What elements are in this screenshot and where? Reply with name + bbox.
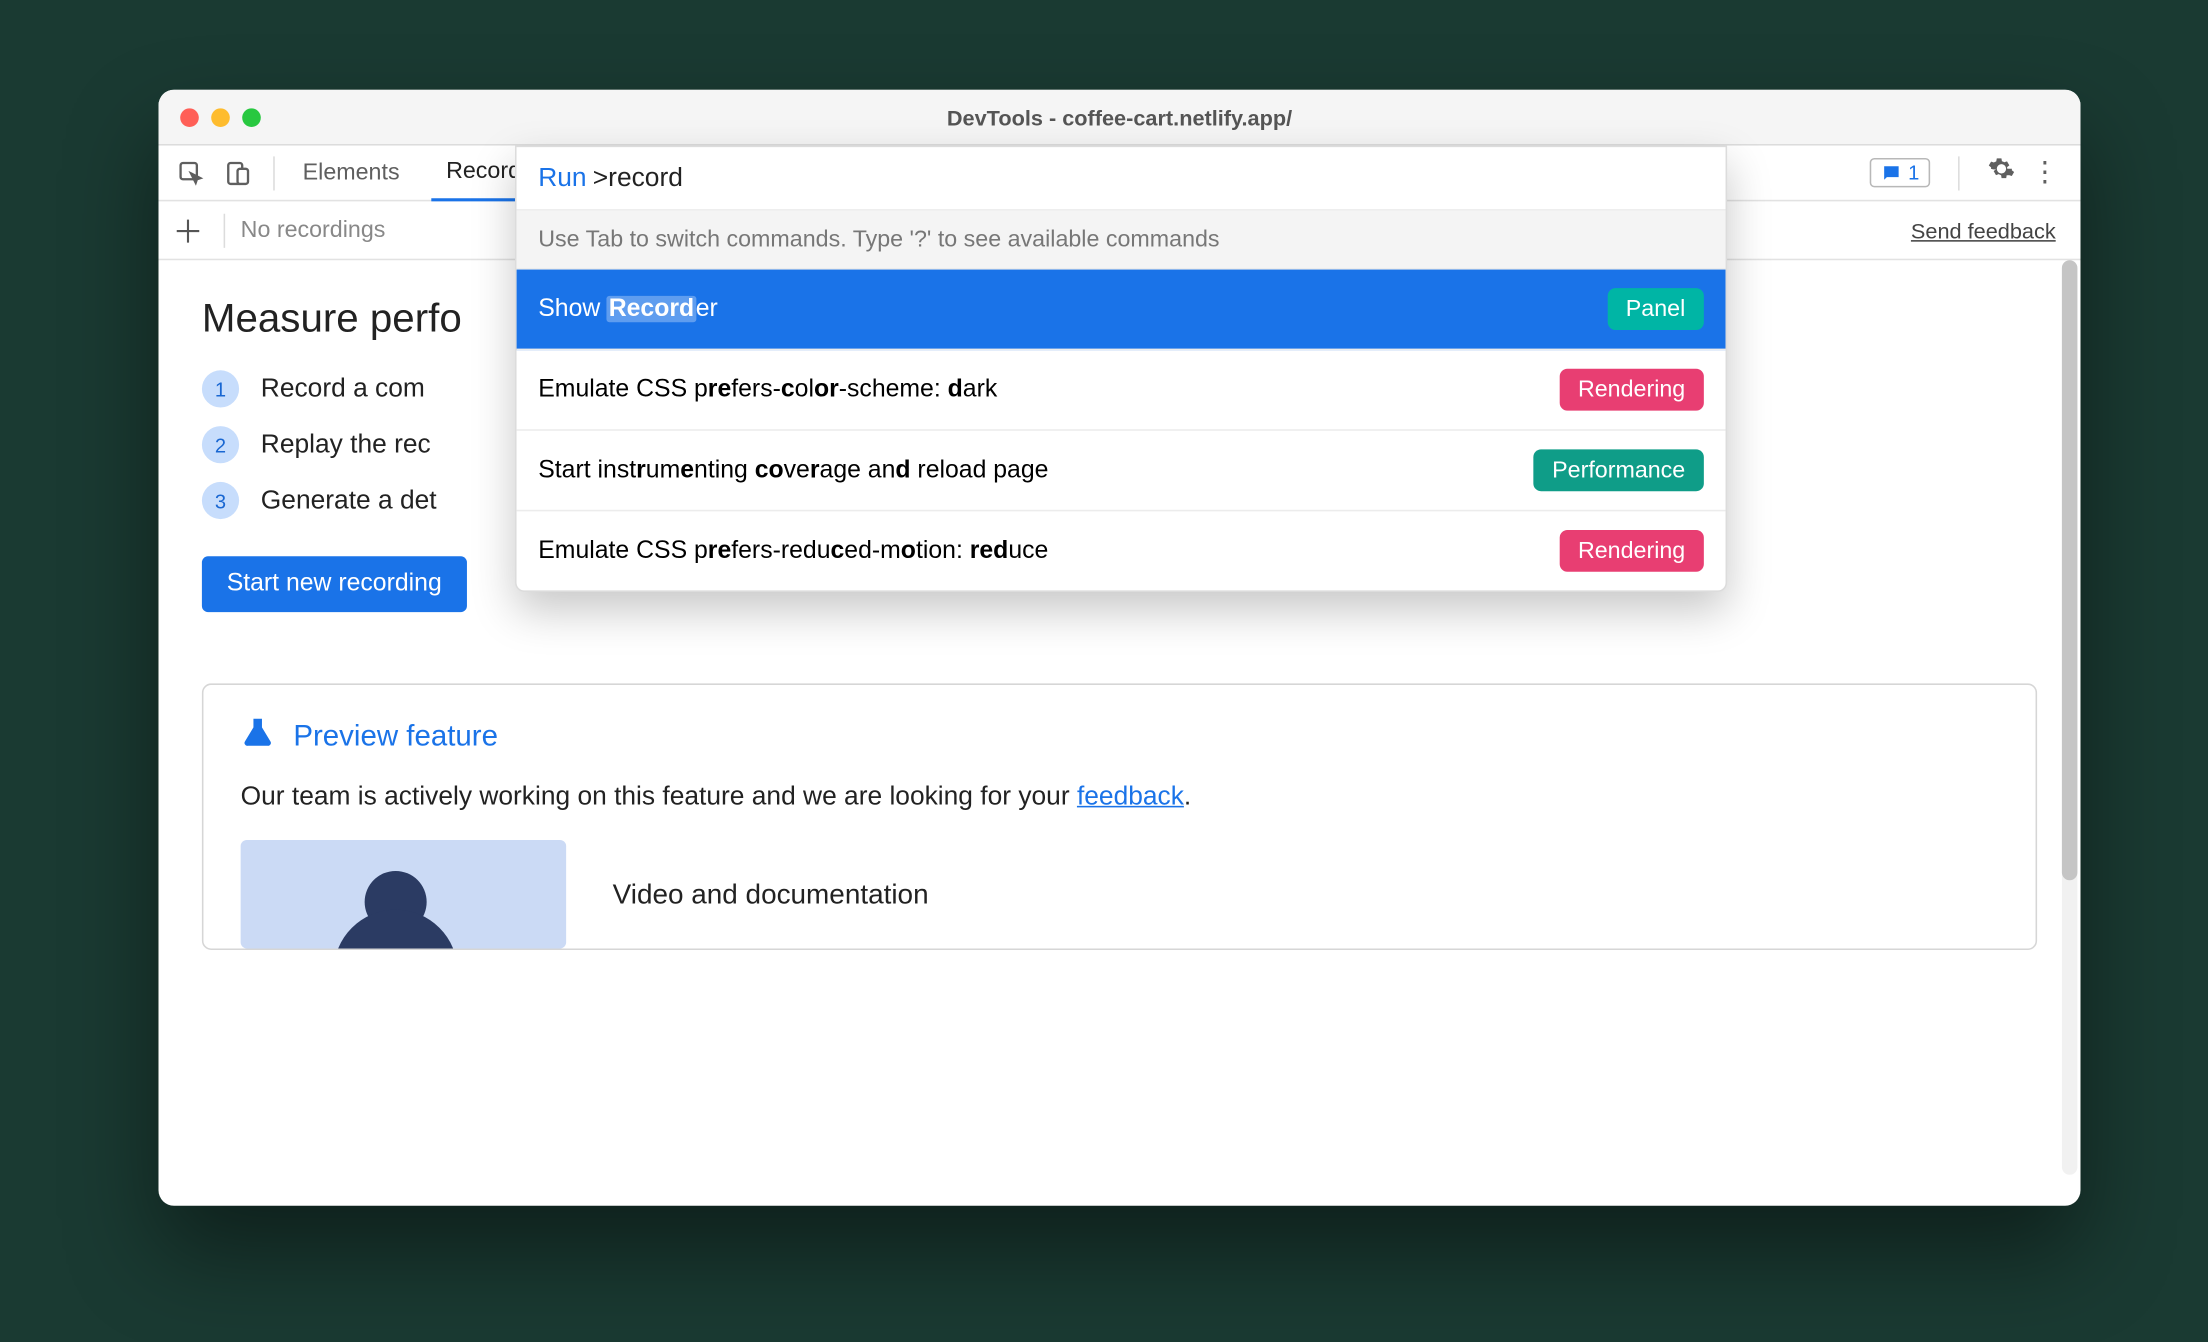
preview-card: Preview feature Our team is actively wor…	[202, 683, 2037, 950]
command-query: >record	[593, 163, 683, 194]
command-item-badge: Panel	[1607, 288, 1704, 330]
issues-chip[interactable]: 1	[1869, 158, 1930, 187]
command-hint: Use Tab to switch commands. Type '?' to …	[517, 211, 1726, 270]
gear-icon[interactable]	[1988, 155, 2016, 191]
step-number: 3	[202, 482, 239, 519]
command-item-badge: Rendering	[1559, 369, 1703, 411]
preview-text-before: Our team is actively working on this fea…	[241, 781, 1077, 810]
flask-icon	[241, 716, 275, 759]
tab-elements[interactable]: Elements	[287, 145, 415, 201]
preview-heading: Preview feature	[241, 716, 1999, 759]
inspect-icon[interactable]	[174, 156, 208, 190]
toolbar-right: 1 ⋮	[1869, 155, 2071, 191]
divider	[224, 213, 226, 247]
device-toggle-icon[interactable]	[221, 156, 255, 190]
feedback-link[interactable]: feedback	[1077, 781, 1184, 810]
command-item-label: Emulate CSS prefers-reduced-motion: redu…	[538, 537, 1048, 565]
command-item-label: Show Recorder	[538, 295, 718, 323]
command-item-label: Emulate CSS prefers-color-scheme: dark	[538, 376, 997, 404]
step-label: Replay the rec	[261, 429, 431, 460]
kebab-menu-icon[interactable]: ⋮	[2031, 156, 2059, 189]
command-mode-label: Run	[538, 163, 586, 194]
scrollbar-thumb[interactable]	[2062, 260, 2078, 880]
preview-title: Preview feature	[293, 721, 498, 755]
preview-text: Our team is actively working on this fea…	[241, 781, 1999, 812]
window-title: DevTools - coffee-cart.netlify.app/	[159, 104, 2081, 129]
add-recording-icon[interactable]: ＋	[168, 210, 208, 250]
command-item-label: Start instrumenting coverage and reload …	[538, 456, 1048, 484]
divider	[1958, 156, 1960, 190]
command-item[interactable]: Show Recorder Panel	[517, 270, 1726, 351]
command-item-badge: Rendering	[1559, 530, 1703, 572]
command-palette: Run >record Use Tab to switch commands. …	[515, 146, 1727, 592]
command-item[interactable]: Emulate CSS prefers-reduced-motion: redu…	[517, 511, 1726, 590]
preview-text-after: .	[1184, 781, 1191, 810]
video-thumbnail[interactable]	[241, 840, 566, 949]
divider	[273, 156, 275, 190]
titlebar: DevTools - coffee-cart.netlify.app/	[159, 90, 2081, 146]
issues-count: 1	[1908, 161, 1919, 184]
command-item[interactable]: Start instrumenting coverage and reload …	[517, 431, 1726, 512]
step-number: 1	[202, 370, 239, 407]
scrollbar[interactable]	[2062, 260, 2078, 1175]
command-input[interactable]: Run >record	[517, 147, 1726, 211]
step-label: Generate a det	[261, 485, 437, 516]
preview-media: Video and documentation	[241, 840, 1999, 949]
command-item[interactable]: Emulate CSS prefers-color-scheme: dark Re…	[517, 350, 1726, 431]
media-label: Video and documentation	[613, 878, 929, 911]
step-number: 2	[202, 426, 239, 463]
devtools-window: DevTools - coffee-cart.netlify.app/ Elem…	[159, 90, 2081, 1206]
no-recordings-label: No recordings	[241, 217, 386, 243]
command-item-badge: Performance	[1534, 449, 1704, 491]
start-recording-button[interactable]: Start new recording	[202, 556, 467, 612]
send-feedback-link[interactable]: Send feedback	[1911, 218, 2056, 243]
step-label: Record a com	[261, 373, 425, 404]
